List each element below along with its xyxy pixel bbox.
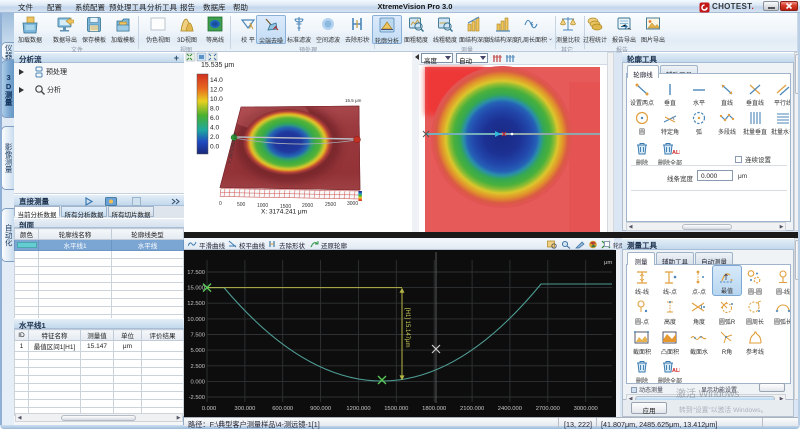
svg-text:2100.000: 2100.000 xyxy=(460,406,484,412)
svg-text:2.500: 2.500 xyxy=(190,364,205,370)
svg-text:0.000: 0.000 xyxy=(202,406,217,412)
svg-text:2.0: 2.0 xyxy=(210,134,219,141)
svg-text:15.000: 15.000 xyxy=(187,286,205,292)
svg-text:15.535 μm: 15.535 μm xyxy=(201,62,234,69)
svg-text:12.0: 12.0 xyxy=(210,87,223,94)
svg-text:12.500: 12.500 xyxy=(187,301,205,307)
svg-text:600.000: 600.000 xyxy=(272,406,293,412)
svg-text:10.000: 10.000 xyxy=(187,317,205,323)
svg-text:3000.000: 3000.000 xyxy=(574,406,598,412)
svg-text:2400.000: 2400.000 xyxy=(498,406,522,412)
svg-text:5.000: 5.000 xyxy=(190,348,205,354)
svg-text:900.000: 900.000 xyxy=(310,406,331,412)
svg-text:μm: μm xyxy=(604,260,612,266)
svg-text:0.000: 0.000 xyxy=(190,379,205,385)
svg-text:7.500: 7.500 xyxy=(190,333,205,339)
svg-text:300.000: 300.000 xyxy=(234,406,255,412)
svg-text:0.0: 0.0 xyxy=(210,144,219,151)
svg-text:17.500: 17.500 xyxy=(187,270,205,276)
svg-text:4.0: 4.0 xyxy=(210,125,219,132)
svg-text:10.0: 10.0 xyxy=(210,96,223,103)
svg-text:15.5 μm: 15.5 μm xyxy=(345,98,362,103)
svg-text:500: 500 xyxy=(237,202,246,208)
svg-text:2500: 2500 xyxy=(325,202,336,208)
svg-text:1800.000: 1800.000 xyxy=(422,406,446,412)
svg-text:X: 3174.241 μm: X: 3174.241 μm xyxy=(261,209,307,216)
svg-text:ALL: ALL xyxy=(672,368,680,374)
svg-text:ALL: ALL xyxy=(672,150,680,156)
svg-text:2700.000: 2700.000 xyxy=(536,406,560,412)
svg-text:-2.500: -2.500 xyxy=(189,395,205,401)
svg-text:0: 0 xyxy=(219,201,222,207)
svg-text:1200.000: 1200.000 xyxy=(346,406,370,412)
svg-text:8.0: 8.0 xyxy=(210,106,219,113)
svg-text:1500.000: 1500.000 xyxy=(384,406,408,412)
svg-text:14.0: 14.0 xyxy=(210,77,223,84)
svg-text:[H1] 15.147μm: [H1] 15.147μm xyxy=(404,308,410,347)
svg-text:6.0: 6.0 xyxy=(210,115,219,122)
svg-text:3000: 3000 xyxy=(347,201,358,207)
